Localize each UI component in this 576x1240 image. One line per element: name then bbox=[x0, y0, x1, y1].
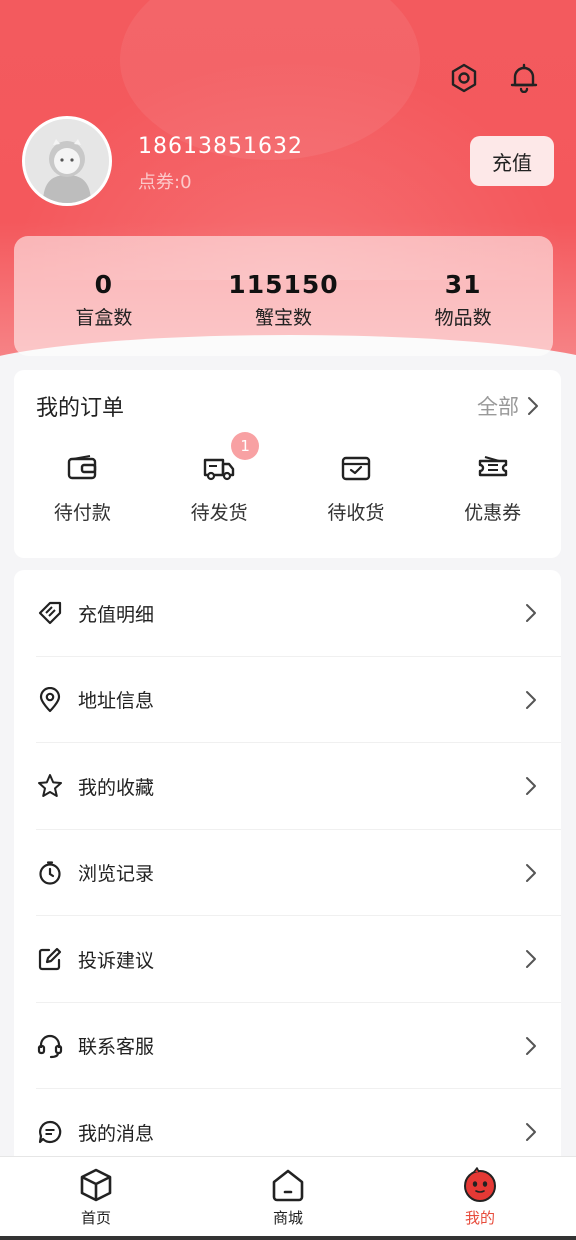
settings-icon[interactable] bbox=[446, 60, 482, 96]
menu-item-label: 浏览记录 bbox=[78, 863, 155, 886]
order-item-label: 待发货 bbox=[190, 502, 248, 524]
order-item-label: 待收货 bbox=[327, 502, 385, 524]
chevron-right-icon bbox=[526, 604, 536, 623]
menu-item-recharge-details[interactable]: 充值明细 bbox=[14, 570, 561, 657]
menu-item-label: 充值明细 bbox=[78, 603, 155, 626]
chat-icon bbox=[36, 1118, 64, 1146]
cube-icon bbox=[80, 1168, 112, 1202]
orders-all-link[interactable]: 全部 bbox=[477, 391, 539, 421]
box-icon bbox=[296, 448, 416, 488]
wallet-icon bbox=[22, 448, 142, 488]
menu-item-label: 地址信息 bbox=[78, 690, 155, 713]
order-pending-shipment[interactable]: 1 待发货 bbox=[159, 432, 279, 525]
location-icon bbox=[36, 686, 64, 714]
menu-item-label: 投诉建议 bbox=[78, 949, 155, 972]
menu-item-address[interactable]: 地址信息 bbox=[14, 657, 561, 744]
truck-icon bbox=[159, 448, 279, 488]
stat-items[interactable]: 31 物品数 bbox=[388, 270, 538, 330]
tab-home[interactable]: 首页 bbox=[36, 1157, 156, 1240]
stat-label: 盲盒数 bbox=[75, 307, 133, 329]
stat-label: 物品数 bbox=[434, 307, 492, 329]
order-coupons[interactable]: 优惠券 bbox=[433, 448, 553, 525]
tab-label: 我的 bbox=[464, 1209, 495, 1227]
orders-title: 我的订单 bbox=[36, 396, 125, 421]
user-phone: 18613851632 bbox=[138, 134, 303, 159]
bottom-tab-bar: 首页 商城 我的 bbox=[0, 1156, 576, 1240]
ticket-icon bbox=[433, 448, 553, 488]
stat-blind-box[interactable]: 0 盲盒数 bbox=[29, 270, 179, 330]
order-pending-receipt[interactable]: 待收货 bbox=[296, 448, 416, 525]
tag-icon bbox=[36, 599, 64, 627]
user-points: 点券:0 bbox=[138, 172, 192, 193]
chevron-right-icon bbox=[526, 1123, 536, 1142]
star-icon bbox=[36, 772, 64, 800]
stat-value: 0 bbox=[94, 270, 114, 299]
edit-icon bbox=[36, 945, 64, 973]
tab-label: 商城 bbox=[272, 1209, 303, 1227]
header-actions bbox=[446, 60, 542, 96]
menu-item-label: 联系客服 bbox=[78, 1036, 155, 1059]
chevron-right-icon bbox=[526, 950, 536, 969]
stat-label: 蟹宝数 bbox=[254, 307, 312, 329]
home-indicator bbox=[0, 1236, 576, 1240]
clock-icon bbox=[36, 859, 64, 887]
menu-item-favorites[interactable]: 我的收藏 bbox=[14, 743, 561, 830]
chevron-right-icon bbox=[526, 777, 536, 796]
order-count-badge: 1 bbox=[231, 432, 260, 460]
chevron-right-icon bbox=[528, 397, 538, 415]
orders-card: 我的订单 全部 待付款 1 待发货 待收货 优惠券 bbox=[14, 370, 561, 558]
chevron-right-icon bbox=[526, 863, 536, 882]
headset-icon bbox=[36, 1032, 64, 1060]
stat-value: 31 bbox=[444, 270, 482, 299]
menu-item-customer-service[interactable]: 联系客服 bbox=[14, 1003, 561, 1090]
shop-icon bbox=[272, 1169, 304, 1202]
orders-header: 我的订单 全部 bbox=[14, 370, 561, 422]
avatar[interactable] bbox=[22, 116, 112, 206]
profile-icon bbox=[464, 1167, 496, 1202]
chevron-right-icon bbox=[526, 690, 536, 709]
menu-item-history[interactable]: 浏览记录 bbox=[14, 830, 561, 917]
order-item-label: 待付款 bbox=[53, 502, 111, 524]
bell-icon[interactable] bbox=[506, 60, 542, 96]
menu-item-label: 我的消息 bbox=[78, 1122, 155, 1145]
tab-label: 首页 bbox=[80, 1209, 111, 1227]
stats-card: 0 盲盒数 115150 蟹宝数 31 物品数 bbox=[14, 236, 553, 356]
order-pending-payment[interactable]: 待付款 bbox=[22, 448, 142, 525]
recharge-button[interactable]: 充值 bbox=[470, 136, 554, 186]
menu-item-feedback[interactable]: 投诉建议 bbox=[14, 916, 561, 1003]
order-item-label: 优惠券 bbox=[464, 502, 522, 524]
tab-profile[interactable]: 我的 bbox=[420, 1157, 540, 1240]
chevron-right-icon bbox=[526, 1036, 536, 1055]
tab-shop[interactable]: 商城 bbox=[228, 1157, 348, 1240]
menu-list: 充值明细 地址信息 我的收藏 浏览记录 投诉建议 联系客服 我的消息 bbox=[14, 570, 561, 1170]
stat-crab-treasure[interactable]: 115150 蟹宝数 bbox=[208, 270, 358, 330]
orders-all-label: 全部 bbox=[477, 395, 519, 419]
stat-value: 115150 bbox=[228, 270, 339, 299]
menu-item-label: 我的收藏 bbox=[78, 776, 155, 799]
orders-status-list: 待付款 1 待发货 待收货 优惠券 bbox=[14, 432, 561, 525]
